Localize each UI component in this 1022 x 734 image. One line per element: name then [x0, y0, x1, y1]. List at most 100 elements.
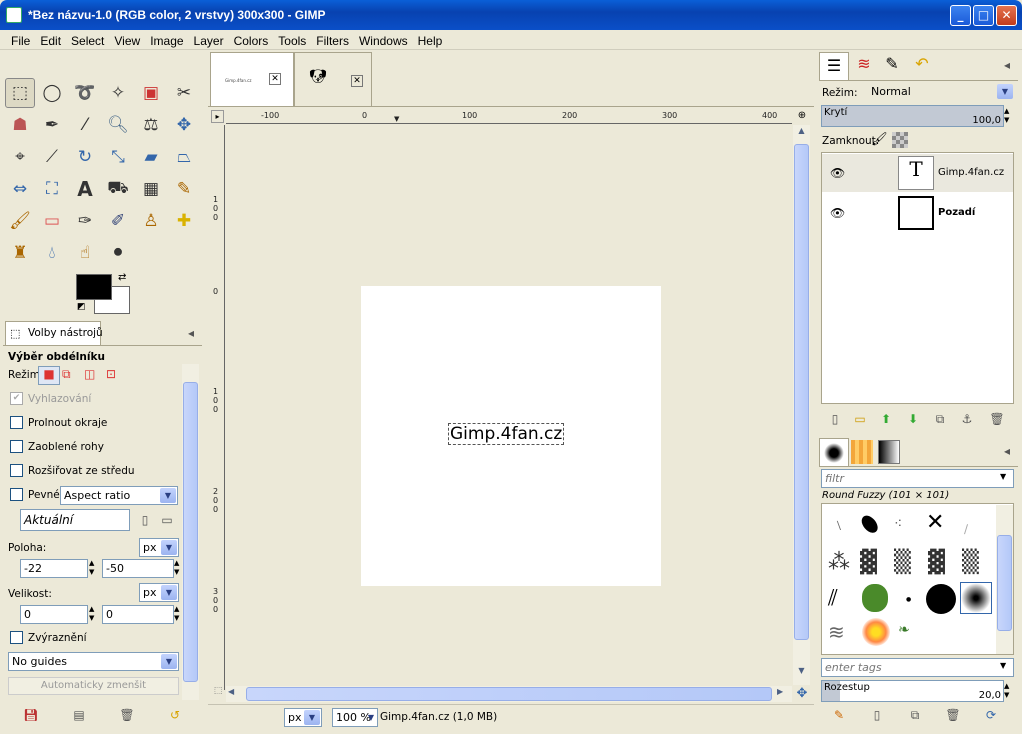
duplicate-brush-icon[interactable]: ⧉	[906, 706, 924, 724]
blur-icon[interactable]: 💧︎	[37, 238, 67, 268]
size-w-input[interactable]	[20, 605, 88, 624]
brush-item[interactable]: ▓	[928, 550, 945, 575]
auto-shrink-button[interactable]: Automaticky zmenšit	[8, 677, 179, 695]
gradients-tab-icon[interactable]	[878, 440, 900, 464]
paintbrush-icon[interactable]: 🖌︎	[5, 206, 35, 236]
delete-brush-icon[interactable]: 🗑︎	[944, 706, 962, 724]
dock-menu-icon[interactable]: ◂	[998, 56, 1016, 74]
menu-image[interactable]: Image	[145, 30, 188, 49]
zoom-icon[interactable]: 🔍︎	[103, 110, 133, 140]
swap-colors-icon[interactable]: ⇄	[118, 272, 126, 283]
new-layer-group-icon[interactable]: ▭	[851, 410, 869, 428]
menu-edit[interactable]: Edit	[35, 30, 66, 49]
brush-tags-input[interactable]	[821, 658, 1014, 677]
brush-item[interactable]: ❧	[898, 622, 910, 638]
mode-subtract-icon[interactable]: ◫	[84, 367, 95, 381]
quick-mask-toggle-icon[interactable]: ⬚	[211, 686, 225, 700]
default-colors-icon[interactable]: ◩	[77, 302, 86, 312]
guides-select[interactable]: No guides ▼	[8, 652, 179, 671]
navigate-icon[interactable]: ✥	[794, 686, 810, 702]
duplicate-layer-icon[interactable]: ⧉	[931, 410, 949, 428]
refresh-brushes-icon[interactable]: ⟳	[982, 706, 1000, 724]
perspective-clone-icon[interactable]: ♜	[5, 238, 35, 268]
size-h-spin-icon[interactable]: ▲ ▼	[174, 605, 179, 623]
lock-pixels-icon[interactable]: 🖌︎	[871, 132, 888, 147]
blend-icon[interactable]: ▦	[136, 174, 166, 204]
brushes-tab[interactable]	[819, 438, 849, 466]
new-brush-icon[interactable]: ▯	[868, 706, 886, 724]
clone-icon[interactable]: ♙	[136, 206, 166, 236]
close-tab-icon[interactable]: ✕	[351, 75, 363, 87]
color-select-icon[interactable]: ▣	[136, 78, 166, 108]
cage-icon[interactable]: ⛶	[37, 174, 67, 204]
smudge-icon[interactable]: ☝	[70, 238, 100, 268]
menu-view[interactable]: View	[109, 30, 145, 49]
close-button[interactable]: ✕	[996, 5, 1017, 26]
menu-filters[interactable]: Filters	[311, 30, 354, 49]
size-w-spin-icon[interactable]: ▲ ▼	[89, 605, 94, 623]
landscape-icon[interactable]: ▭	[158, 511, 176, 529]
chevron-down-icon[interactable]: ▼	[1000, 661, 1006, 670]
undo-tab-icon[interactable]: ↶	[908, 54, 936, 80]
mode-intersect-icon[interactable]: ⊡	[106, 367, 116, 381]
lower-layer-icon[interactable]: ⬇	[904, 410, 922, 428]
bucket-fill-icon[interactable]: ⛟	[103, 174, 133, 204]
canvas-viewport[interactable]: Gimp.4fan.cz	[226, 125, 792, 685]
tool-options-scrollbar[interactable]	[182, 364, 199, 700]
patterns-tab-icon[interactable]	[851, 440, 873, 464]
fixed-checkbox[interactable]	[10, 488, 23, 501]
expand-center-checkbox[interactable]	[10, 464, 23, 477]
edit-brush-icon[interactable]: ✎	[830, 706, 848, 724]
scroll-right-icon[interactable]: ▶	[777, 687, 791, 701]
quick-mask-menu-icon[interactable]: ▸	[211, 110, 224, 123]
new-layer-icon[interactable]: ▯	[826, 410, 844, 428]
layer-name[interactable]: Gimp.4fan.cz	[938, 167, 1004, 178]
channels-tab-icon[interactable]: ≋	[850, 54, 878, 80]
scale-icon[interactable]: ⤡	[103, 142, 133, 172]
v-scroll-thumb[interactable]	[794, 144, 809, 640]
brush-grid-scroll-thumb[interactable]	[997, 535, 1012, 631]
eraser-icon[interactable]: ▭	[37, 206, 67, 236]
raise-layer-icon[interactable]: ⬆	[877, 410, 895, 428]
reset-options-icon[interactable]: ↺	[166, 706, 184, 724]
brush-item[interactable]: ●	[906, 596, 911, 603]
measure-icon[interactable]: ⚖	[136, 110, 166, 140]
layer-mode-select[interactable]: Normal ▼	[864, 83, 1014, 102]
brush-item[interactable]: ∕	[964, 522, 968, 536]
brush-item[interactable]: ⫽	[828, 586, 838, 611]
size-h-input[interactable]	[102, 605, 174, 624]
rect-select-icon[interactable]: ⬚	[5, 78, 35, 108]
h-scroll-thumb[interactable]	[246, 687, 772, 701]
menu-file[interactable]: File	[6, 30, 35, 49]
color-picker-icon[interactable]: ⁄	[70, 110, 100, 140]
image-tab-1[interactable]: Gimp.4fan.cz ✕	[210, 52, 294, 106]
unit-select[interactable]: px ▼	[284, 708, 322, 727]
brush-item[interactable]: ⁖	[894, 516, 902, 532]
image-canvas[interactable]: Gimp.4fan.cz	[361, 286, 661, 586]
lasso-icon[interactable]: ➰	[70, 78, 100, 108]
airbrush-icon[interactable]: ✑	[70, 206, 100, 236]
mode-replace-icon[interactable]: ■	[38, 366, 60, 385]
menu-select[interactable]: Select	[66, 30, 109, 49]
move-icon[interactable]: ✥	[169, 110, 199, 140]
position-x-input[interactable]	[20, 559, 88, 578]
dock-menu-icon[interactable]: ◂	[998, 442, 1016, 460]
lock-alpha-icon[interactable]	[892, 132, 908, 148]
menu-layer[interactable]: Layer	[189, 30, 229, 49]
dodge-burn-icon[interactable]: ⚫	[103, 238, 133, 268]
anchor-layer-icon[interactable]: ⚓	[958, 410, 976, 428]
magic-wand-icon[interactable]: ✧	[103, 78, 133, 108]
spacing-slider[interactable]: Rozestup 20,0	[821, 680, 1004, 702]
scroll-left-icon[interactable]: ◀	[228, 687, 242, 701]
rounded-checkbox[interactable]	[10, 440, 23, 453]
chevron-down-icon[interactable]: ▼	[1000, 472, 1006, 481]
antialias-checkbox[interactable]: ✔	[10, 392, 23, 405]
rotate-icon[interactable]: ↻	[70, 142, 100, 172]
scroll-up-icon[interactable]: ▲	[794, 126, 809, 141]
zoom-toggle-icon[interactable]: ⊕	[794, 110, 810, 124]
restore-options-icon[interactable]: ▤	[70, 706, 88, 724]
eye-icon[interactable]: 👁︎	[830, 166, 845, 180]
text-tool-icon[interactable]: A	[70, 174, 100, 204]
shear-icon[interactable]: ▰	[136, 142, 166, 172]
brush-grid-scrollbar[interactable]	[996, 505, 1013, 654]
